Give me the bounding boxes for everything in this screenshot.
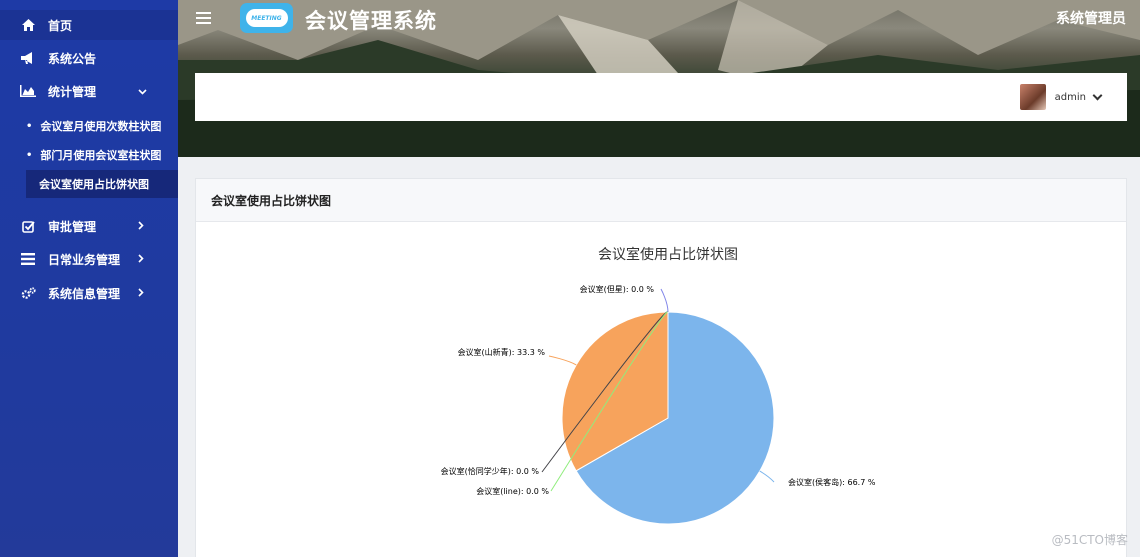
user-name: admin: [1054, 91, 1086, 103]
sidebar-item-label: 首页: [48, 18, 73, 33]
list-icon: [20, 253, 36, 265]
chevron-right-icon: [138, 286, 144, 300]
check-square-icon: [20, 220, 36, 233]
pie-label: 会议室(恰同学少年): 0.0 %: [441, 466, 540, 476]
pie-label: 会议室(但星): 0.0 %: [580, 284, 655, 294]
pie-connector: [548, 355, 577, 366]
pie-connector: [759, 470, 775, 483]
pie-label: 会议室(山新青): 33.3 %: [458, 347, 546, 357]
pie-chart: 会议室使用占比饼状图 会议室(侯客岛): 66.7 % 会议室(山新青): 33.…: [441, 246, 876, 525]
sidebar-subitem-label: 会议室月使用次数柱状图: [40, 120, 162, 133]
bullet-icon: •: [26, 120, 33, 132]
chevron-down-icon: [1092, 90, 1103, 100]
sidebar-subitem-room-monthly-bar[interactable]: • 会议室月使用次数柱状图: [0, 112, 178, 140]
panel-title: 会议室使用占比饼状图: [196, 179, 1126, 222]
sidebar-item-statistics[interactable]: 统计管理: [0, 76, 178, 106]
sidebar-subitem-label: 会议室使用占比饼状图: [39, 178, 149, 191]
menu-toggle-button[interactable]: [196, 9, 211, 27]
pie-label: 会议室(侯客岛): 66.7 %: [788, 477, 876, 487]
home-icon: [20, 19, 36, 31]
sidebar-item-label: 统计管理: [48, 84, 97, 99]
chart-title: 会议室使用占比饼状图: [598, 246, 738, 263]
sidebar-item-daily-business[interactable]: 日常业务管理: [0, 244, 178, 274]
sidebar-item-label: 系统信息管理: [48, 286, 121, 301]
sidebar-item-label: 系统公告: [48, 51, 97, 66]
chart-panel: 会议室使用占比饼状图 会议室使用占比饼状图 会议室(侯客岛): 66.7 % 会议…: [195, 178, 1127, 557]
pie-connector: [660, 288, 669, 313]
role-label: 系统管理员: [1056, 11, 1126, 27]
top-bar: admin: [195, 73, 1127, 121]
sidebar-item-approval[interactable]: 审批管理: [0, 211, 178, 241]
sidebar-item-announcement[interactable]: 系统公告: [0, 43, 178, 73]
app-title: 会议管理系统: [305, 9, 437, 33]
logo-text: MEETING: [245, 9, 288, 27]
sidebar-item-home[interactable]: 首页: [0, 10, 178, 40]
sidebar-subitem-label: 部门月使用会议室柱状图: [40, 149, 162, 162]
chevron-right-icon: [138, 219, 144, 233]
megaphone-icon: [20, 52, 36, 64]
avatar: [1019, 84, 1046, 110]
chevron-down-icon: [138, 84, 147, 98]
sidebar: 首页 系统公告 统计管理 • 会议室月使用次数柱状图 • 部门月使用会议室柱状图…: [0, 0, 178, 557]
area-chart-icon: [20, 85, 36, 97]
header-banner: MEETING 会议管理系统 系统管理员 admin: [178, 0, 1140, 157]
chevron-right-icon: [138, 252, 144, 266]
meeting-logo: MEETING: [240, 3, 293, 33]
bullet-icon: •: [26, 149, 33, 161]
sidebar-subitem-room-usage-pie[interactable]: 会议室使用占比饼状图: [26, 170, 178, 198]
sidebar-item-label: 日常业务管理: [48, 252, 121, 267]
gears-icon: [20, 286, 36, 300]
pie-label: 会议室(line): 0.0 %: [476, 486, 549, 496]
sidebar-subitem-dept-monthly-bar[interactable]: • 部门月使用会议室柱状图: [0, 141, 178, 169]
sidebar-item-label: 审批管理: [48, 219, 97, 234]
sidebar-item-system-info[interactable]: 系统信息管理: [0, 278, 178, 308]
user-menu[interactable]: admin: [1019, 84, 1103, 110]
watermark: @51CTO博客: [1051, 533, 1128, 547]
